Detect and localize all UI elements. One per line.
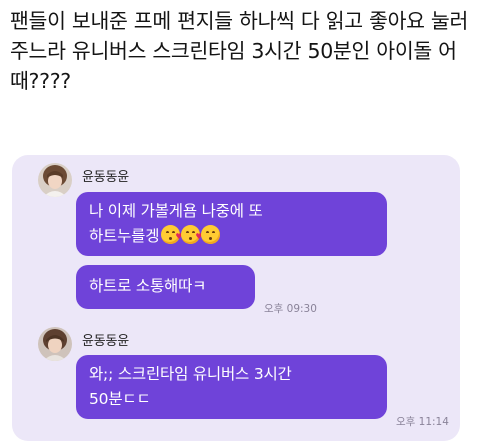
face-blowing-kiss-icon: ♥ xyxy=(181,225,203,244)
message-bubble: 하트로 소통해따ㅋ xyxy=(76,265,255,309)
message-line: 50분ㄷㄷ xyxy=(89,390,151,408)
kissing-smiling-eyes-icon xyxy=(201,225,221,244)
sender-name: 윤동동윤 xyxy=(82,334,130,349)
message-text: 하트로 소통해따ㅋ xyxy=(89,277,207,295)
message-line: 나 이제 가볼게욤 나중에 또 xyxy=(89,202,263,220)
message-timestamp: 오후 09:30 xyxy=(264,303,317,315)
message-timestamp: 오후 11:14 xyxy=(396,416,449,428)
avatar[interactable] xyxy=(38,163,72,197)
emoji-row: ♥ ♥ xyxy=(161,225,221,244)
message-bubble: 나 이제 가볼게욤 나중에 또 하트누를겡 ♥ ♥ xyxy=(76,192,387,256)
message-line: 와;; 스크린타임 유니버스 3시간 xyxy=(89,365,292,383)
profile-photo-icon xyxy=(38,327,72,361)
post-text: 팬들이 보내준 프메 편지들 하나씩 다 읽고 좋아요 눌러주느라 유니버스 스… xyxy=(10,9,469,93)
message-text: 하트누를겡 xyxy=(89,227,160,245)
avatar[interactable] xyxy=(38,327,72,361)
message-line-with-emojis: 하트누를겡 ♥ ♥ xyxy=(89,224,375,249)
chat-screenshot: 윤동동윤 나 이제 가볼게욤 나중에 또 하트누를겡 ♥ ♥ 하트로 소통해따ㅋ 오… xyxy=(12,155,460,441)
face-blowing-kiss-icon: ♥ xyxy=(161,225,183,244)
profile-photo-icon xyxy=(38,163,72,197)
message-bubble: 와;; 스크린타임 유니버스 3시간 50분ㄷㄷ xyxy=(76,355,387,419)
sender-name: 윤동동윤 xyxy=(82,170,130,185)
